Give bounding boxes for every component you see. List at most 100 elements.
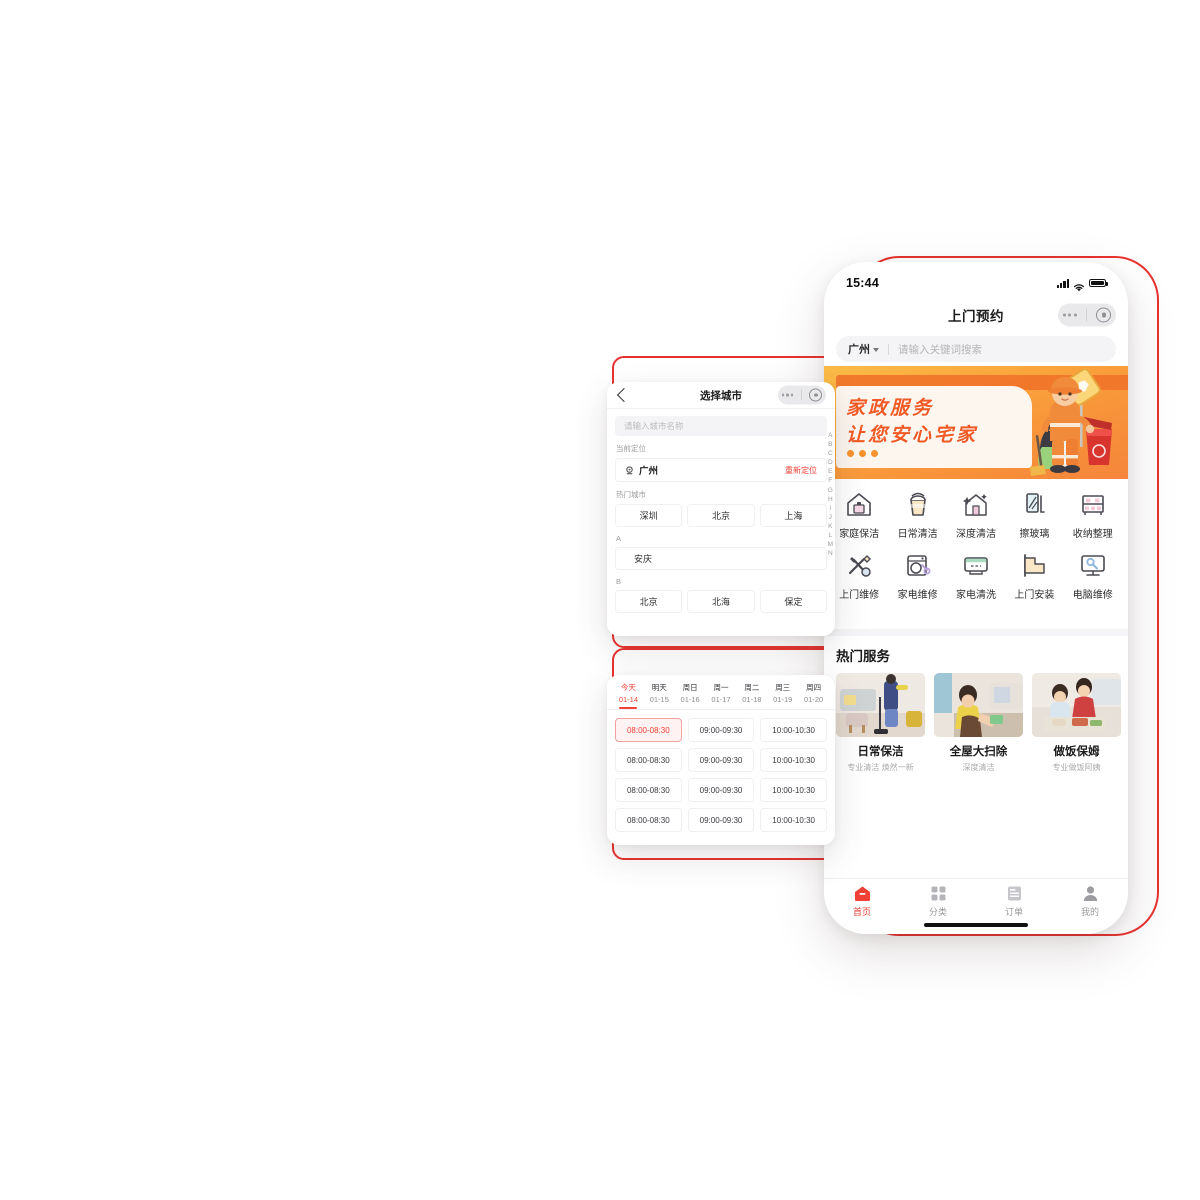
date-tab-4[interactable]: 周二 01-18 xyxy=(736,682,767,709)
target-circle-icon[interactable] xyxy=(809,388,823,402)
alpha-4[interactable]: E xyxy=(828,469,832,476)
city-search-input[interactable]: 请输入城市名称 xyxy=(615,416,827,436)
tab-category[interactable]: 分类 xyxy=(900,884,976,918)
alpha-2[interactable]: C xyxy=(828,451,833,458)
hot-city-1[interactable]: 北京 xyxy=(687,504,755,527)
alpha-12[interactable]: M xyxy=(828,542,833,549)
service-grid-section: 家庭保洁 日常清洁 深度清洁 擦玻璃 收纳整理 上门维修 家电维修 家电清洗 上… xyxy=(824,479,1128,629)
alphabet-index[interactable]: A B C D E F G H I J K L M N xyxy=(828,432,833,558)
hot-card-1[interactable]: 全屋大扫除 深度清洁 xyxy=(934,673,1023,773)
tab-label-category: 分类 xyxy=(928,907,947,917)
service-item-1[interactable]: 日常清洁 xyxy=(888,489,946,540)
back-chevron-icon[interactable] xyxy=(616,387,632,403)
time-slot-0[interactable]: 08:00-08:30 xyxy=(615,718,682,742)
alpha-9[interactable]: J xyxy=(829,514,832,522)
service-item-9[interactable]: 电脑维修 xyxy=(1064,550,1122,601)
time-slot-11[interactable]: 10:00-10:30 xyxy=(760,808,827,832)
alpha-8[interactable]: I xyxy=(829,505,831,513)
date-tab-6[interactable]: 周四 01-20 xyxy=(798,682,829,709)
date-tab-1[interactable]: 明天 01-15 xyxy=(644,682,675,709)
city-b-1[interactable]: 北海 xyxy=(687,590,755,613)
target-circle-icon[interactable] xyxy=(1096,307,1112,323)
alpha-10[interactable]: K xyxy=(828,523,832,531)
date-value-1: 01-15 xyxy=(649,695,669,704)
service-item-3[interactable]: 擦玻璃 xyxy=(1005,489,1063,540)
tab-profile[interactable]: 我的 xyxy=(1052,884,1128,918)
date-weekday-1: 明天 xyxy=(651,683,667,692)
tools-wrench-icon xyxy=(843,550,875,580)
date-value-6: 01-20 xyxy=(803,695,824,704)
alpha-5[interactable]: F xyxy=(828,478,832,485)
time-slot-panel: 今天 01-14 明天 01-15 周日 01-16 周一 01-17 周二 0… xyxy=(607,675,835,845)
search-input[interactable]: 请输入关键词搜索 xyxy=(898,342,982,357)
time-slot-5[interactable]: 10:00-10:30 xyxy=(760,748,827,772)
city-panel-body: 请输入城市名称 当前定位 广州 重新定位 热门城市 深圳 北京 上海 A 安庆 xyxy=(607,409,835,613)
alpha-0[interactable]: A xyxy=(828,432,832,440)
person-profile-icon xyxy=(1081,884,1099,902)
date-tabs: 今天 01-14 明天 01-15 周日 01-16 周一 01-17 周二 0… xyxy=(607,675,835,710)
date-tab-3[interactable]: 周一 01-17 xyxy=(706,682,737,709)
alpha-3[interactable]: D xyxy=(828,460,833,467)
hot-services-row: 日常保洁 专业清洁 焕然一新 全屋大扫除 深度清洁 做饭保姆 专业做饭阿姨 xyxy=(836,673,1128,773)
time-slot-8[interactable]: 10:00-10:30 xyxy=(760,778,827,802)
tab-label-orders: 订单 xyxy=(1004,907,1023,917)
alpha-6[interactable]: G xyxy=(828,487,833,495)
section-separator xyxy=(824,629,1128,636)
miniprogram-capsule[interactable] xyxy=(778,385,826,405)
hot-city-2[interactable]: 上海 xyxy=(759,504,827,527)
city-a-0[interactable]: 安庆 xyxy=(615,547,827,570)
service-item-8[interactable]: 上门安装 xyxy=(1005,550,1063,601)
alpha-1[interactable]: B xyxy=(828,442,832,449)
city-b-2[interactable]: 保定 xyxy=(759,590,827,613)
canvas: 15:44 上门预约 广州 请输入关键词搜索 家政服务 让您安心宅家 家庭保洁 … xyxy=(0,0,1200,1200)
date-tab-0[interactable]: 今天 01-14 xyxy=(613,682,644,709)
tab-orders[interactable]: 订单 xyxy=(976,884,1052,918)
search-bar[interactable]: 广州 请输入关键词搜索 xyxy=(836,336,1116,362)
hot-card-name-2: 做饭保姆 xyxy=(1053,746,1100,758)
hot-card-0[interactable]: 日常保洁 专业清洁 焕然一新 xyxy=(836,673,925,773)
air-conditioner-icon xyxy=(960,550,992,580)
time-slot-4[interactable]: 09:00-09:30 xyxy=(687,748,755,772)
service-item-6[interactable]: 家电维修 xyxy=(888,550,946,601)
date-tab-2[interactable]: 周日 01-16 xyxy=(675,682,706,709)
current-city-name: 广州 xyxy=(639,466,659,477)
date-value-4: 01-18 xyxy=(742,695,762,704)
more-dots-icon[interactable] xyxy=(1062,313,1077,317)
hot-city-0[interactable]: 深圳 xyxy=(615,504,683,527)
more-dots-icon[interactable] xyxy=(781,393,794,397)
service-item-5[interactable]: 上门维修 xyxy=(830,550,888,601)
service-grid: 家庭保洁 日常清洁 深度清洁 擦玻璃 收纳整理 上门维修 家电维修 家电清洗 上… xyxy=(830,489,1122,601)
time-slot-9[interactable]: 08:00-08:30 xyxy=(615,808,682,832)
service-label-2: 深度清洁 xyxy=(955,529,996,540)
hot-card-2[interactable]: 做饭保姆 专业做饭阿姨 xyxy=(1032,673,1121,773)
time-slot-7[interactable]: 09:00-09:30 xyxy=(687,778,755,802)
service-label-4: 收纳整理 xyxy=(1072,529,1113,540)
service-item-7[interactable]: 家电清洗 xyxy=(947,550,1005,601)
alpha-13[interactable]: N xyxy=(828,551,833,558)
tab-home[interactable]: 首页 xyxy=(824,884,900,918)
city-b-0[interactable]: 北京 xyxy=(615,590,683,613)
computer-repair-icon xyxy=(1077,550,1109,580)
time-slot-10[interactable]: 09:00-09:30 xyxy=(687,808,755,832)
hot-card-sub-1: 深度清洁 xyxy=(962,763,995,772)
alpha-11[interactable]: L xyxy=(828,533,832,540)
tab-label-profile: 我的 xyxy=(1080,907,1099,917)
miniprogram-capsule[interactable] xyxy=(1058,303,1116,327)
service-item-2[interactable]: 深度清洁 xyxy=(947,489,1005,540)
service-item-0[interactable]: 家庭保洁 xyxy=(830,489,888,540)
city-selector[interactable]: 广州 xyxy=(848,341,879,357)
time-slot-6[interactable]: 08:00-08:30 xyxy=(615,778,682,802)
city-selector-label: 广州 xyxy=(848,344,870,356)
wifi-icon xyxy=(1073,279,1085,291)
home-icon xyxy=(853,884,871,902)
relocate-button[interactable]: 重新定位 xyxy=(785,465,817,476)
service-item-4[interactable]: 收纳整理 xyxy=(1064,489,1122,540)
current-location-row[interactable]: 广州 重新定位 xyxy=(615,458,827,482)
time-slot-3[interactable]: 08:00-08:30 xyxy=(615,748,682,772)
alpha-7[interactable]: H xyxy=(828,496,833,504)
time-slot-2[interactable]: 10:00-10:30 xyxy=(760,718,827,742)
date-tab-5[interactable]: 周三 01-19 xyxy=(767,682,798,709)
section-letter-b: B xyxy=(616,577,622,586)
time-slot-1[interactable]: 09:00-09:30 xyxy=(687,718,755,742)
promo-banner[interactable]: 家政服务 让您安心宅家 xyxy=(824,366,1128,479)
